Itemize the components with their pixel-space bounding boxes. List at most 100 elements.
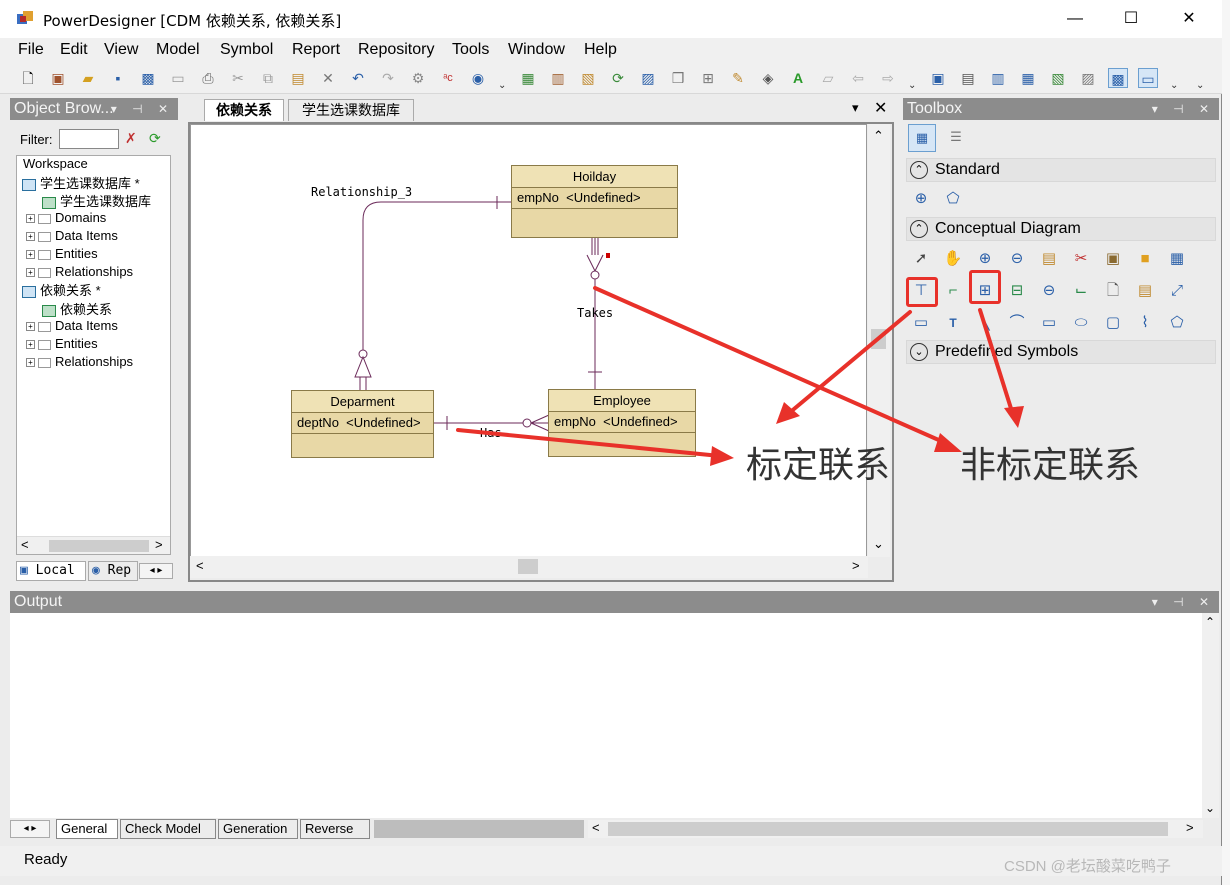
toolbar-view-icon[interactable]: ▤: [958, 68, 978, 88]
menu-view[interactable]: View: [104, 41, 138, 59]
toolbar-overflow-3-icon[interactable]: ⌄: [1170, 80, 1178, 91]
toolbar-fill-icon[interactable]: ◈: [758, 68, 778, 88]
paste-icon[interactable]: ▤: [288, 68, 308, 88]
scroll-down-icon[interactable]: ⌄: [873, 536, 884, 552]
scroll-up-icon[interactable]: ⌃: [1205, 615, 1215, 629]
tree-folder-entities[interactable]: + Entities: [26, 246, 98, 261]
toolbar-brush-icon[interactable]: ✎: [728, 68, 748, 88]
scroll-left-icon[interactable]: <: [196, 558, 204, 573]
tree-hscrollbar[interactable]: < >: [17, 536, 170, 554]
refresh-filter-icon[interactable]: ⟳: [149, 130, 161, 147]
tree-folder-data-items[interactable]: + Data Items: [26, 228, 118, 243]
tool-line-icon[interactable]: ╲: [974, 312, 996, 334]
tree-model-dependency[interactable]: 依赖关系 *: [22, 280, 101, 299]
toolbar-back-icon[interactable]: ⇦: [848, 68, 868, 88]
tab-dependency-diagram[interactable]: 依赖关系: [204, 99, 284, 121]
tool-package-icon[interactable]: ▣: [1102, 248, 1124, 270]
print-preview-icon[interactable]: ▭: [168, 68, 188, 88]
tab-reverse[interactable]: Reverse: [300, 819, 370, 839]
entity-employee[interactable]: Employee empNo <Undefined>: [548, 389, 696, 457]
toolbox-icon-view-icon[interactable]: ▦: [908, 124, 936, 152]
tool-grabber-icon[interactable]: ✋: [942, 248, 964, 270]
tab-repository[interactable]: ◉ Rep: [88, 561, 138, 581]
tree-folder-entities-2[interactable]: + Entities: [26, 336, 98, 351]
toolbox-group-standard[interactable]: ⌃ Standard: [906, 158, 1216, 182]
close-document-icon[interactable]: ✕: [874, 98, 887, 118]
output-text-area[interactable]: [10, 613, 1202, 818]
scroll-thumb[interactable]: [49, 540, 149, 552]
tool-link-icon[interactable]: ⤢: [1166, 280, 1188, 302]
toolbar-browser-icon[interactable]: ▣: [928, 68, 948, 88]
menu-help[interactable]: Help: [584, 41, 617, 59]
hscroll-thumb[interactable]: [518, 559, 538, 574]
scroll-left-icon[interactable]: <: [21, 537, 29, 552]
new-icon[interactable]: 🗋: [18, 68, 38, 88]
toolbar-frame-icon[interactable]: ❒: [668, 68, 688, 88]
tab-general[interactable]: General: [56, 819, 118, 839]
panel-controls-icon[interactable]: ▾ ⊣ ✕: [1152, 591, 1215, 613]
toolbar-model-icon[interactable]: ▦: [518, 68, 538, 88]
toolbox-group-predefined[interactable]: ⌄ Predefined Symbols: [906, 340, 1216, 364]
toolbar-zoom-icon[interactable]: ▩: [1108, 68, 1128, 88]
tool-arc-icon[interactable]: ⌒: [1006, 312, 1028, 334]
toolbar-refresh-icon[interactable]: ⟳: [608, 68, 628, 88]
toolbar-report-icon[interactable]: ▧: [578, 68, 598, 88]
toolbar-list-icon[interactable]: ▥: [988, 68, 1008, 88]
tool-entity-icon[interactable]: ■: [1134, 248, 1156, 270]
entity-hoilday[interactable]: Hoilday empNo <Undefined>: [511, 165, 678, 238]
properties-icon[interactable]: ⚙: [408, 68, 428, 88]
output-vscrollbar[interactable]: ⌃ ⌄: [1202, 613, 1219, 818]
open-folder-icon[interactable]: ▰: [78, 68, 98, 88]
has-label[interactable]: Has: [480, 426, 502, 440]
menu-model[interactable]: Model: [156, 41, 200, 59]
tool-text-icon[interactable]: T: [942, 312, 964, 334]
tree-workspace[interactable]: Workspace: [23, 156, 88, 171]
output-hscrollbar[interactable]: < >: [588, 820, 1203, 838]
spell-check-icon[interactable]: ᵃc: [438, 68, 458, 88]
menu-repository[interactable]: Repository: [358, 41, 434, 59]
delete-icon[interactable]: ✕: [318, 68, 338, 88]
undo-icon[interactable]: ↶: [348, 68, 368, 88]
tree-folder-domains[interactable]: + Domains: [26, 210, 106, 225]
scroll-right-icon[interactable]: >: [852, 558, 860, 573]
menu-edit[interactable]: Edit: [60, 41, 88, 59]
toolbar-forward-icon[interactable]: ⇨: [878, 68, 898, 88]
clear-filter-icon[interactable]: ✗: [125, 130, 137, 147]
save-all-icon[interactable]: ▩: [138, 68, 158, 88]
toolbar-package-icon[interactable]: ▥: [548, 68, 568, 88]
hscroll-thumb[interactable]: [608, 822, 1168, 836]
tool-title-icon[interactable]: ▭: [910, 312, 932, 334]
tool-rounded-rect-icon[interactable]: ▢: [1102, 312, 1124, 334]
maximize-button[interactable]: ☐: [1108, 4, 1154, 34]
toolbar-overflow-2-icon[interactable]: ⌄: [908, 80, 916, 91]
tool-file-icon[interactable]: 🗋: [1102, 280, 1124, 302]
tab-check-model[interactable]: Check Model: [120, 819, 216, 839]
scroll-right-icon[interactable]: >: [1186, 820, 1194, 835]
toolbox-group-conceptual[interactable]: ⌃ Conceptual Diagram: [906, 217, 1216, 241]
toolbar-overflow-icon[interactable]: ⌄: [498, 80, 506, 91]
tab-local[interactable]: ▣ Local: [16, 561, 86, 581]
tool-note-icon[interactable]: ▤: [1134, 280, 1156, 302]
tool-association-icon[interactable]: ⊟: [1006, 280, 1028, 302]
tool-table-icon[interactable]: ▦: [1166, 248, 1188, 270]
close-window-button[interactable]: ✕: [1166, 4, 1212, 34]
save-icon[interactable]: ▪: [108, 68, 128, 88]
relationship-3-label[interactable]: Relationship_3: [311, 185, 412, 199]
tool-inheritance-icon[interactable]: ⌙: [1070, 280, 1092, 302]
canvas-hscrollbar[interactable]: < >: [190, 556, 868, 578]
tool-polyline-icon[interactable]: ⌇: [1134, 312, 1156, 334]
tree-folder-relationships-2[interactable]: + Relationships: [26, 354, 133, 369]
toolbar-tree-icon[interactable]: ▧: [1048, 68, 1068, 88]
filter-input[interactable]: [59, 129, 119, 149]
toolbar-table-icon[interactable]: ▦: [1018, 68, 1038, 88]
toolbar-font-icon[interactable]: A: [788, 68, 808, 88]
toolbar-overflow-4-icon[interactable]: ⌄: [1196, 80, 1204, 91]
tool-association-link-icon[interactable]: ⊖: [1038, 280, 1060, 302]
menu-window[interactable]: Window: [508, 41, 565, 59]
tool-polygon-icon[interactable]: ⬠: [1166, 312, 1188, 334]
tree-model-student-db[interactable]: 学生选课数据库 *: [22, 173, 140, 192]
scroll-right-icon[interactable]: >: [155, 537, 163, 552]
tool-delete-icon[interactable]: ✂: [1070, 248, 1092, 270]
tree-folder-relationships[interactable]: + Relationships: [26, 264, 133, 279]
diagram-canvas[interactable]: Hoilday empNo <Undefined> Deparment dept…: [190, 124, 867, 557]
